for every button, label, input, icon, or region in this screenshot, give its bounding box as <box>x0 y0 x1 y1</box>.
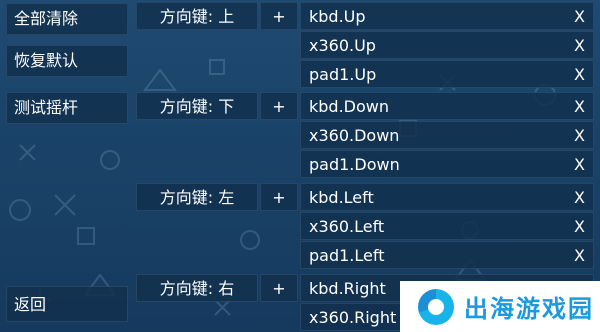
remove-binding-button[interactable]: X <box>574 242 585 270</box>
binding-label: pad1.Left <box>309 246 385 265</box>
remove-binding-button[interactable]: X <box>574 3 585 31</box>
binding-row[interactable]: x360.Down X <box>300 121 594 149</box>
clear-all-button[interactable]: 全部清除 <box>6 3 128 35</box>
remove-binding-button[interactable]: X <box>574 184 585 212</box>
remove-binding-button[interactable]: X <box>574 32 585 60</box>
direction-label-left[interactable]: 方向键: 左 <box>136 183 258 211</box>
direction-label-up[interactable]: 方向键: 上 <box>136 2 258 30</box>
binding-label: kbd.Down <box>309 97 389 116</box>
binding-row[interactable]: kbd.Up X <box>300 2 594 30</box>
test-joystick-button[interactable]: 测试摇杆 <box>6 92 128 124</box>
binding-label: pad1.Down <box>309 155 400 174</box>
binding-row[interactable]: x360.Up X <box>300 31 594 59</box>
remove-binding-button[interactable]: X <box>574 61 585 89</box>
add-binding-left-button[interactable]: + <box>260 183 298 211</box>
remove-binding-button[interactable]: X <box>574 93 585 121</box>
direction-label-right[interactable]: 方向键: 右 <box>136 274 258 302</box>
binding-label: x360.Up <box>309 36 376 55</box>
remove-binding-button[interactable]: X <box>574 122 585 150</box>
back-button[interactable]: 返回 <box>6 286 128 322</box>
add-binding-up-button[interactable]: + <box>260 2 298 30</box>
direction-label-down[interactable]: 方向键: 下 <box>136 92 258 120</box>
binding-row[interactable]: pad1.Down X <box>300 150 594 178</box>
binding-label: kbd.Right <box>309 279 386 298</box>
logo-icon <box>418 288 454 325</box>
binding-label: x360.Left <box>309 217 385 236</box>
restore-default-button[interactable]: 恢复默认 <box>6 45 128 77</box>
watermark-text: 出海游戏园 <box>464 295 594 323</box>
binding-row[interactable]: kbd.Down X <box>300 92 594 120</box>
binding-label: kbd.Left <box>309 188 374 207</box>
binding-row[interactable]: pad1.Up X <box>300 60 594 88</box>
binding-row[interactable]: pad1.Left X <box>300 241 594 269</box>
binding-label: x360.Right <box>309 308 397 327</box>
add-binding-down-button[interactable]: + <box>260 92 298 120</box>
remove-binding-button[interactable]: X <box>574 213 585 241</box>
remove-binding-button[interactable]: X <box>574 151 585 179</box>
binding-label: kbd.Up <box>309 7 366 26</box>
binding-row[interactable]: kbd.Left X <box>300 183 594 211</box>
binding-label: x360.Down <box>309 126 400 145</box>
add-binding-right-button[interactable]: + <box>260 274 298 302</box>
binding-row[interactable]: x360.Left X <box>300 212 594 240</box>
watermark-logo: 出海游戏园 <box>400 281 600 332</box>
binding-label: pad1.Up <box>309 65 377 84</box>
